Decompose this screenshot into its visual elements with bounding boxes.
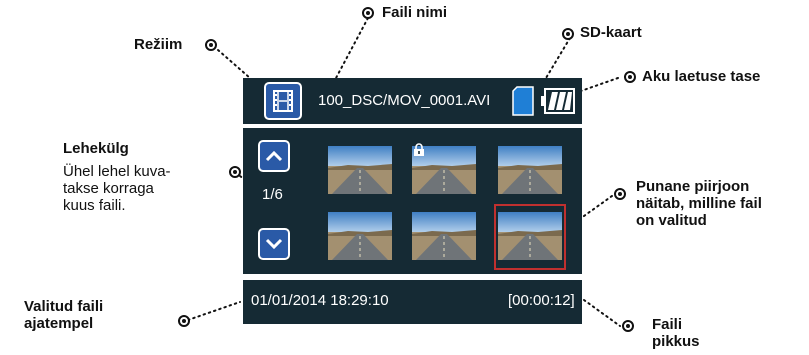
length-callout-line-1: Faili (652, 316, 683, 333)
red-frame-callout-line-1: Punane piirjoon (636, 178, 750, 195)
file-name: 100_DSC/MOV_0001.AVI (318, 92, 491, 109)
battery-icon (541, 88, 575, 119)
file-timestamp: 01/01/2014 18:29:10 (251, 292, 389, 309)
page-down-button[interactable] (258, 228, 290, 260)
film-icon[interactable] (264, 82, 302, 120)
lock-icon (413, 143, 425, 162)
file-thumbnail[interactable] (328, 146, 392, 194)
battery-callout: Aku laetuse tase (642, 68, 761, 85)
page-indicator: 1/6 (262, 186, 283, 203)
sd-card-icon (512, 86, 534, 121)
sd-card-callout: SD-kaart (580, 24, 642, 41)
page-callout-desc-line-2: takse korraga (63, 180, 154, 197)
chevron-up-icon (265, 150, 283, 162)
page-up-button[interactable] (258, 140, 290, 172)
file-thumbnail[interactable] (498, 146, 562, 194)
length-callout-marker (622, 320, 634, 332)
page-callout-desc-line-3: kuus faili. (63, 197, 126, 214)
selected-file-frame (494, 204, 566, 270)
battery-callout-marker (624, 71, 636, 83)
page-callout-title: Lehekülg (63, 140, 129, 157)
mode-callout-marker (205, 39, 217, 51)
mode-callout: Režiim (134, 36, 183, 53)
length-callout-line-2: pikkus (652, 333, 700, 350)
timestamp-callout-line-1: Valitud faili (24, 298, 104, 315)
red-frame-callout-line-3: on valitud (636, 212, 707, 229)
page-callout-desc-line-1: Ühel lehel kuva- (63, 163, 171, 180)
page-callout-marker (229, 166, 241, 178)
file-name-callout: Faili nimi (382, 4, 448, 21)
timestamp-callout-marker (178, 315, 190, 327)
red-frame-callout-line-2: näitab, milline fail (636, 195, 762, 212)
timestamp-callout-line-2: ajatempel (24, 315, 94, 332)
file-thumbnail[interactable] (412, 212, 476, 260)
file-duration: [00:00:12] (508, 292, 575, 309)
file-thumbnail[interactable] (328, 212, 392, 260)
file-name-callout-marker (362, 7, 374, 19)
chevron-down-icon (265, 238, 283, 250)
sd-card-callout-marker (562, 28, 574, 40)
red-frame-callout-marker (614, 188, 626, 200)
